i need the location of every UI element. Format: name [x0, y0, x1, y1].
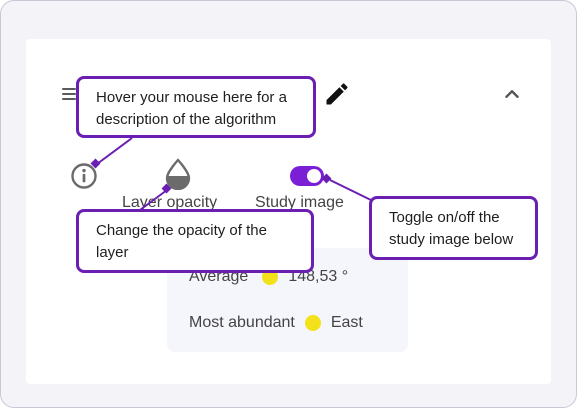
edit-pencil-icon[interactable]: [323, 80, 351, 108]
info-icon[interactable]: [70, 162, 98, 190]
toggle-knob: [307, 169, 321, 183]
callout-study-image: Toggle on/off the study image below: [369, 196, 538, 260]
study-image-toggle[interactable]: [290, 166, 324, 186]
stat-most-abundant-value: East: [330, 314, 363, 331]
callout-algorithm: Hover your mouse here for a description …: [76, 76, 316, 138]
chevron-up-icon[interactable]: [501, 83, 523, 105]
stat-most-abundant-label: Most abundant: [189, 314, 295, 331]
callout-opacity: Change the opacity of the layer: [76, 209, 314, 273]
yellow-dot-icon: [304, 315, 321, 331]
drag-handle-icon[interactable]: [62, 88, 76, 100]
stat-most-abundant: Most abundant East: [189, 314, 363, 332]
opacity-drop-icon[interactable]: [163, 158, 193, 190]
